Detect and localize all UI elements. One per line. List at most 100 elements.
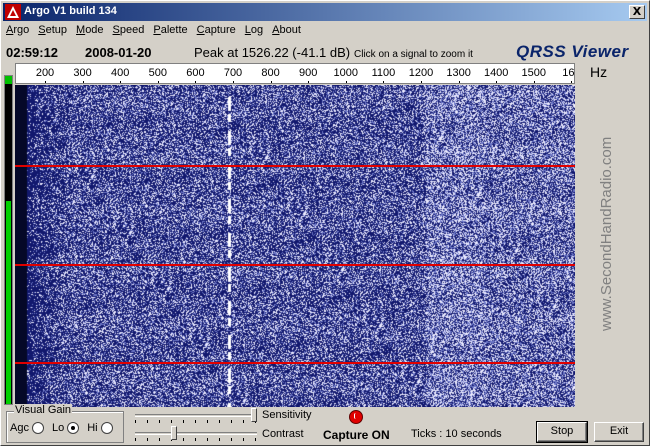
ruler-minor-tick: [45, 83, 46, 84]
gain-radio-row: Agc Lo Hi: [10, 422, 121, 434]
exit-button[interactable]: Exit: [594, 422, 644, 442]
ruler-minor-tick: [515, 83, 516, 84]
ruler-tick-label: 600: [186, 67, 205, 79]
ruler-minor-tick: [308, 83, 309, 84]
ruler-minor-tick: [496, 83, 497, 84]
menu-label: bout: [279, 24, 301, 36]
visual-gain-title: Visual Gain: [14, 404, 73, 416]
menu-item-speed[interactable]: Speed: [110, 22, 148, 41]
main-window: Argo V1 build 134 X Argo Setup Mode Speed Pa…: [0, 0, 650, 446]
menu-item-log[interactable]: Log: [242, 22, 266, 41]
menu-accelerator: P: [153, 24, 161, 36]
sensitivity-ticks: [135, 420, 257, 423]
sensitivity-slider[interactable]: [135, 408, 257, 424]
hi-radio[interactable]: [100, 422, 113, 434]
contrast-ticks: [135, 438, 257, 441]
stop-button[interactable]: Stop: [536, 421, 588, 443]
site-watermark: www.SecondHandRadio.com: [598, 136, 615, 331]
ruler-minor-tick: [346, 83, 347, 84]
menu-label: peed: [119, 24, 145, 36]
app-logo-icon: [5, 4, 21, 20]
ruler-minor-tick: [120, 83, 121, 84]
ruler-minor-tick: [214, 83, 215, 84]
marker-line: [15, 165, 575, 167]
ruler-minor-tick: [233, 83, 234, 84]
title-bar[interactable]: Argo V1 build 134 X: [3, 3, 647, 21]
ruler-minor-tick: [289, 83, 290, 84]
ruler-tick-label: 300: [73, 67, 92, 79]
menu-accelerator: A: [272, 24, 280, 36]
menu-label: og: [250, 24, 264, 36]
sensitivity-thumb[interactable]: [251, 408, 257, 422]
ruler-tick-label: 200: [35, 67, 55, 79]
level-meter-bar: [6, 200, 11, 404]
ruler-minor-tick: [177, 83, 178, 84]
clock-date: 2008-01-20: [85, 45, 152, 60]
menu-item-palette[interactable]: Palette: [150, 22, 190, 41]
ruler-minor-tick: [459, 83, 460, 84]
ruler-minor-tick: [383, 83, 384, 84]
ruler-tick-label: 1200: [408, 67, 434, 79]
ruler-tick-label: 1100: [371, 67, 396, 79]
menu-label: alette: [160, 24, 188, 36]
info-row: 02:59:12 2008-01-20 Peak at 1526.22 (-41…: [1, 42, 650, 63]
waterfall-display[interactable]: [15, 85, 575, 407]
ruler-minor-tick: [83, 83, 84, 84]
menu-label: rgo: [13, 24, 30, 36]
hi-label: Hi: [87, 422, 98, 434]
ruler-minor-tick: [534, 83, 535, 84]
ruler-minor-tick: [64, 83, 65, 84]
lo-label: Lo: [51, 422, 65, 434]
ruler-tick-label: 1400: [483, 67, 509, 79]
marker-line: [15, 264, 575, 266]
ruler-minor-tick: [101, 83, 102, 84]
ruler-minor-tick: [252, 83, 253, 84]
contrast-label: Contrast: [262, 428, 304, 440]
frequency-ruler[interactable]: 200 300 400 500 600 700 800 900 1000 1100 1200 1300…: [15, 63, 575, 84]
menu-item-about[interactable]: About: [269, 22, 304, 41]
close-button[interactable]: X: [629, 5, 645, 19]
ticks-readout: Ticks : 10 seconds: [411, 428, 502, 440]
ruler-tick-label: 1300: [446, 67, 471, 79]
ruler-tick-label: 160: [562, 67, 575, 79]
ruler-minor-tick: [571, 83, 572, 84]
ruler-minor-tick: [158, 83, 159, 84]
menu-accelerator: S: [38, 24, 46, 36]
ruler-minor-tick: [195, 83, 196, 84]
ruler-minor-tick: [26, 83, 27, 84]
contrast-thumb[interactable]: [170, 426, 177, 440]
zoom-hint: Click on a signal to zoom it: [354, 49, 473, 60]
frequency-unit: Hz: [590, 64, 608, 80]
menu-accelerator: C: [196, 24, 205, 36]
menu-item-capture[interactable]: Capture: [194, 22, 239, 41]
capture-led-icon[interactable]: [349, 410, 363, 424]
agc-radio[interactable]: [31, 422, 44, 434]
ruler-minor-tick: [553, 83, 554, 84]
clock-time: 02:59:12: [6, 45, 59, 60]
menu-label: apture: [204, 24, 236, 36]
capture-status: Capture ON: [323, 428, 390, 442]
lo-radio[interactable]: [67, 422, 80, 434]
ruler-minor-tick: [139, 83, 140, 84]
menu-item-setup[interactable]: Setup: [35, 22, 70, 41]
marker-line: [15, 362, 575, 364]
ruler-minor-tick: [327, 83, 328, 84]
menu-item-argo[interactable]: Argo: [3, 22, 32, 41]
waterfall-canvas[interactable]: [15, 85, 575, 407]
ruler-tick-label: 500: [148, 67, 167, 79]
visual-gain-group: Visual Gain Agc Lo Hi: [6, 404, 124, 443]
contrast-slider[interactable]: [135, 426, 257, 442]
menu-label: ode: [85, 24, 104, 36]
ruler-minor-tick: [477, 83, 478, 84]
menu-item-mode[interactable]: Mode: [73, 22, 107, 41]
qrss-viewer-logo: QRSS Viewer: [516, 42, 629, 61]
window-title: Argo V1 build 134: [24, 5, 117, 17]
sensitivity-label: Sensitivity: [262, 409, 312, 421]
ruler-tick-label: 1000: [333, 67, 359, 79]
ruler-minor-tick: [421, 83, 422, 84]
ruler-tick-label: 1500: [521, 67, 547, 79]
peak-readout: Peak at 1526.22 (-41.1 dB): [194, 45, 351, 60]
ruler-minor-tick: [402, 83, 403, 84]
level-meter-indicator: [5, 76, 12, 84]
ruler-minor-tick: [440, 83, 441, 84]
